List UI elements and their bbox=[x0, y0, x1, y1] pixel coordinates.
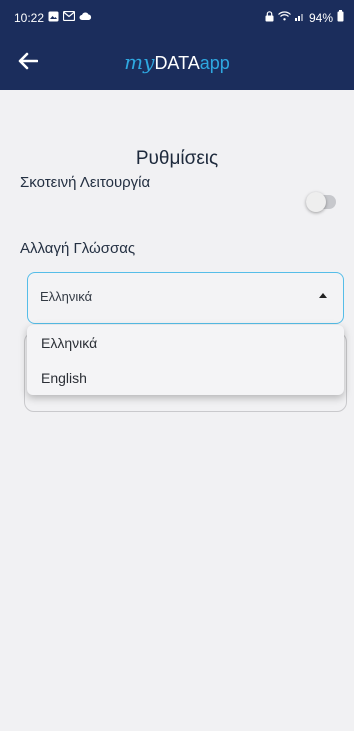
status-left: 10:22 bbox=[14, 11, 92, 25]
language-option-greek[interactable]: Ελληνικά bbox=[27, 325, 344, 360]
page-title: Ρυθμίσεις bbox=[135, 148, 219, 169]
gallery-icon bbox=[48, 11, 59, 25]
app-bar: myDATAapp bbox=[0, 35, 354, 90]
status-time: 10:22 bbox=[14, 10, 45, 25]
caret-up-icon bbox=[319, 293, 327, 298]
language-select-value: Ελληνικά bbox=[40, 289, 93, 304]
battery-icon bbox=[337, 10, 344, 25]
app-logo: myDATAapp bbox=[0, 50, 354, 74]
dark-mode-label: Σκοτεινή Λειτουργία bbox=[20, 174, 151, 191]
language-dropdown-menu: Ελληνικά English bbox=[27, 325, 344, 395]
dark-mode-toggle[interactable] bbox=[306, 192, 336, 212]
logo-data: DATA bbox=[154, 53, 200, 73]
battery-percent: 94% bbox=[308, 10, 333, 25]
status-right: 94% bbox=[265, 10, 344, 25]
logo-app: app bbox=[199, 53, 230, 73]
gmail-icon bbox=[62, 10, 76, 24]
lock-icon bbox=[265, 10, 274, 25]
status-bar: 10:22 94% bbox=[0, 0, 354, 35]
logo-my: my bbox=[124, 50, 155, 74]
wifi-icon bbox=[278, 11, 291, 24]
cloud-icon bbox=[79, 12, 92, 24]
signal-icon bbox=[294, 11, 305, 24]
language-option-english[interactable]: English bbox=[27, 360, 344, 395]
toggle-knob bbox=[306, 192, 326, 212]
language-label: Αλλαγή Γλώσσας bbox=[20, 240, 136, 257]
language-select[interactable]: Ελληνικά bbox=[27, 272, 344, 324]
